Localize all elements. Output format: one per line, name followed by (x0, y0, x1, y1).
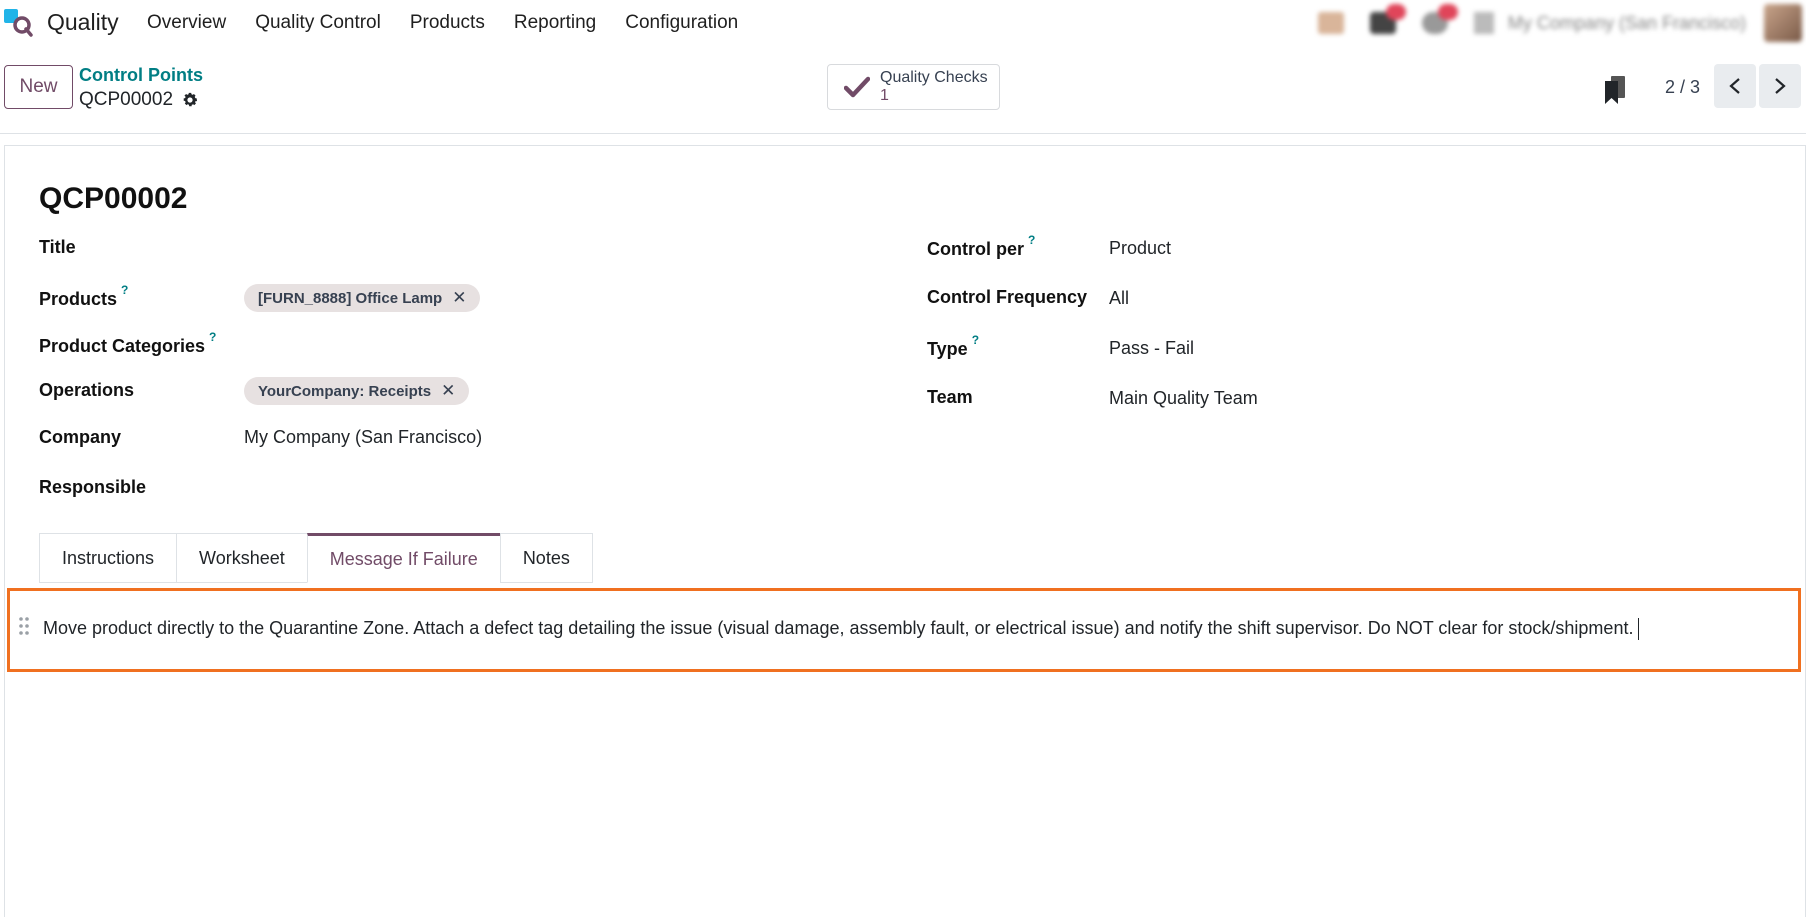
record-name: QCP00002 (79, 89, 174, 110)
failure-message-editor[interactable]: Move product directly to the Quarantine … (7, 588, 1801, 672)
product-categories-help-icon[interactable]: ? (209, 330, 216, 344)
product-categories-label-text: Product Categories (39, 336, 206, 356)
bookmark-icon[interactable] (1605, 76, 1627, 104)
operations-tag-label: YourCompany: Receipts (258, 382, 432, 400)
company-switch-icon[interactable] (1473, 12, 1494, 34)
app-name[interactable]: Quality (47, 9, 119, 36)
failure-message-text: Move product directly to the Quarantine … (43, 618, 1640, 641)
type-label-text: Type (927, 339, 968, 359)
menu-overview[interactable]: Overview (147, 12, 226, 34)
pager-value[interactable]: 2 / 3 (1665, 77, 1700, 98)
notebook-tabs: Instructions Worksheet Message If Failur… (39, 533, 593, 583)
type-help-icon[interactable]: ? (972, 333, 979, 347)
company-switcher[interactable]: My Company (San Francisco) (1508, 13, 1746, 34)
tab-worksheet[interactable]: Worksheet (176, 533, 307, 583)
control-frequency-field[interactable]: All (1109, 288, 1129, 309)
main-menu: Overview Quality Control Products Report… (147, 12, 767, 34)
product-categories-label: Product Categories? (39, 330, 216, 357)
menu-reporting[interactable]: Reporting (514, 12, 596, 34)
messages-badge (1385, 4, 1406, 20)
company-label: Company (39, 427, 122, 447)
check-icon (844, 76, 870, 98)
pager-next-button[interactable] (1759, 64, 1801, 108)
control-per-label: Control per? (927, 233, 1035, 260)
top-navbar: Quality Overview Quality Control Product… (0, 0, 1806, 46)
chevron-right-icon (1775, 78, 1786, 94)
title-label: Title (39, 237, 76, 257)
menu-quality-control[interactable]: Quality Control (255, 12, 381, 34)
tab-instructions[interactable]: Instructions (39, 533, 177, 583)
breadcrumb-current-record: QCP00002 (79, 89, 199, 111)
activities-badge (1437, 4, 1458, 20)
messages-icon[interactable] (1369, 4, 1406, 34)
activity-icon[interactable] (1317, 12, 1344, 34)
products-tag: [FURN_8888] Office Lamp ✕ (244, 284, 481, 312)
team-label: Team (927, 387, 973, 407)
tab-notes[interactable]: Notes (499, 533, 593, 583)
record-title: QCP00002 (39, 182, 188, 215)
team-field[interactable]: Main Quality Team (1109, 388, 1258, 409)
quality-app-logo-icon[interactable] (4, 9, 34, 37)
type-label: Type? (927, 333, 979, 360)
products-label: Products? (39, 283, 128, 310)
products-label-text: Products (39, 289, 118, 309)
gear-icon[interactable] (181, 91, 199, 109)
smart-button-label: Quality Checks (880, 69, 988, 86)
remove-tag-icon[interactable]: ✕ (452, 288, 466, 308)
smart-button-count: 1 (880, 87, 889, 104)
user-avatar[interactable] (1764, 4, 1802, 42)
control-panel: New Control Points QCP00002 Quality Chec… (0, 46, 1806, 134)
control-per-help-icon[interactable]: ? (1028, 233, 1035, 247)
operations-tag: YourCompany: Receipts ✕ (244, 377, 470, 405)
drag-handle-icon[interactable] (18, 616, 30, 636)
menu-configuration[interactable]: Configuration (625, 12, 738, 34)
company-field[interactable]: My Company (San Francisco) (244, 427, 482, 448)
chevron-left-icon (1729, 78, 1740, 94)
control-frequency-label: Control Frequency (927, 287, 1088, 307)
operations-label: Operations (39, 380, 135, 400)
type-field[interactable]: Pass - Fail (1109, 338, 1194, 359)
tab-message-if-failure[interactable]: Message If Failure (306, 533, 500, 583)
menu-products[interactable]: Products (410, 12, 485, 34)
systray: My Company (San Francisco) (1317, 0, 1806, 46)
quality-checks-smart-button[interactable]: Quality Checks 1 (827, 64, 1000, 110)
pager-previous-button[interactable] (1714, 64, 1756, 108)
control-per-field[interactable]: Product (1109, 238, 1171, 259)
failure-message-content: Move product directly to the Quarantine … (43, 618, 1634, 638)
breadcrumb-control-points[interactable]: Control Points (79, 65, 203, 86)
remove-tag-icon[interactable]: ✕ (441, 381, 455, 401)
form-sheet: QCP00002 Title Products? [FURN_8888] Off… (4, 145, 1806, 917)
activities-clock-icon[interactable] (1421, 4, 1458, 34)
control-per-label-text: Control per (927, 239, 1024, 259)
new-button[interactable]: New (4, 65, 73, 109)
responsible-label: Responsible (39, 477, 147, 497)
products-tag-label: [FURN_8888] Office Lamp (258, 289, 443, 307)
text-caret (1638, 618, 1640, 641)
products-help-icon[interactable]: ? (121, 283, 128, 297)
